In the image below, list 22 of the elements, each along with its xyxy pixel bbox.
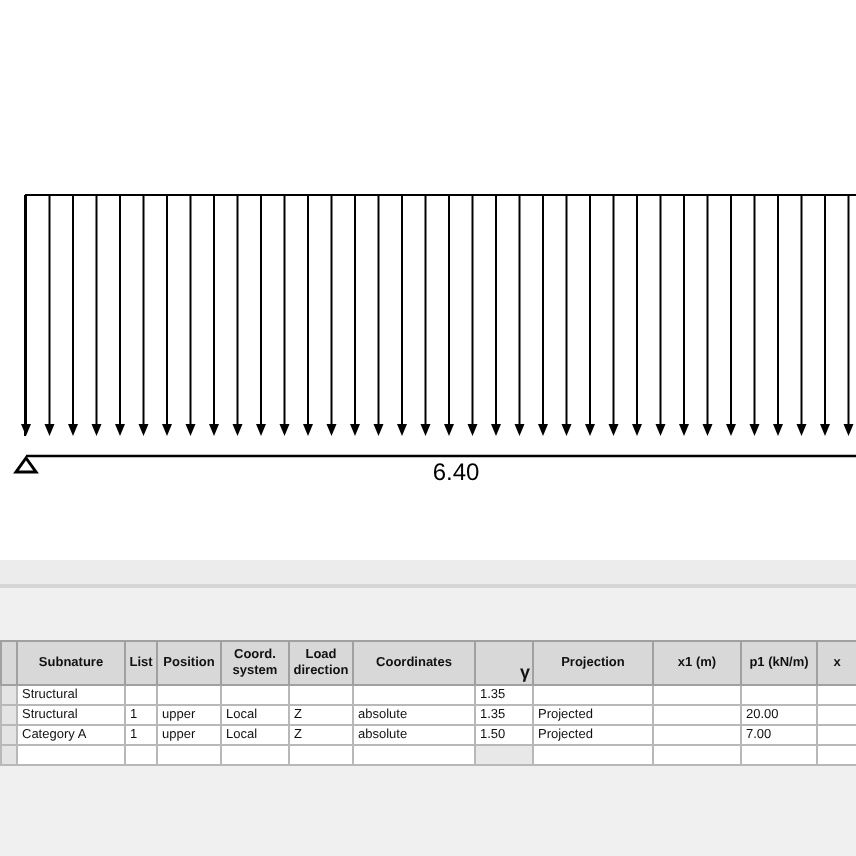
table-cell [125, 685, 157, 705]
table-cell [221, 685, 289, 705]
table-cell [653, 685, 741, 705]
table-cell [741, 685, 817, 705]
table-cell [353, 685, 475, 705]
column-header[interactable]: γ [475, 641, 533, 685]
table-cell [289, 745, 353, 765]
table-cell [353, 745, 475, 765]
table-cell [157, 745, 221, 765]
table-cell [17, 745, 125, 765]
table-cell [653, 745, 741, 765]
table-cell [653, 705, 741, 725]
table-cell [125, 745, 157, 765]
table-cell [221, 745, 289, 765]
span-label: 6.40 [432, 458, 480, 486]
support-icon [13, 455, 39, 474]
table-cell [533, 745, 653, 765]
table-cell [533, 685, 653, 705]
table-cell [289, 685, 353, 705]
table-cell [653, 725, 741, 745]
table-cell [741, 745, 817, 765]
table-cell [157, 685, 221, 705]
